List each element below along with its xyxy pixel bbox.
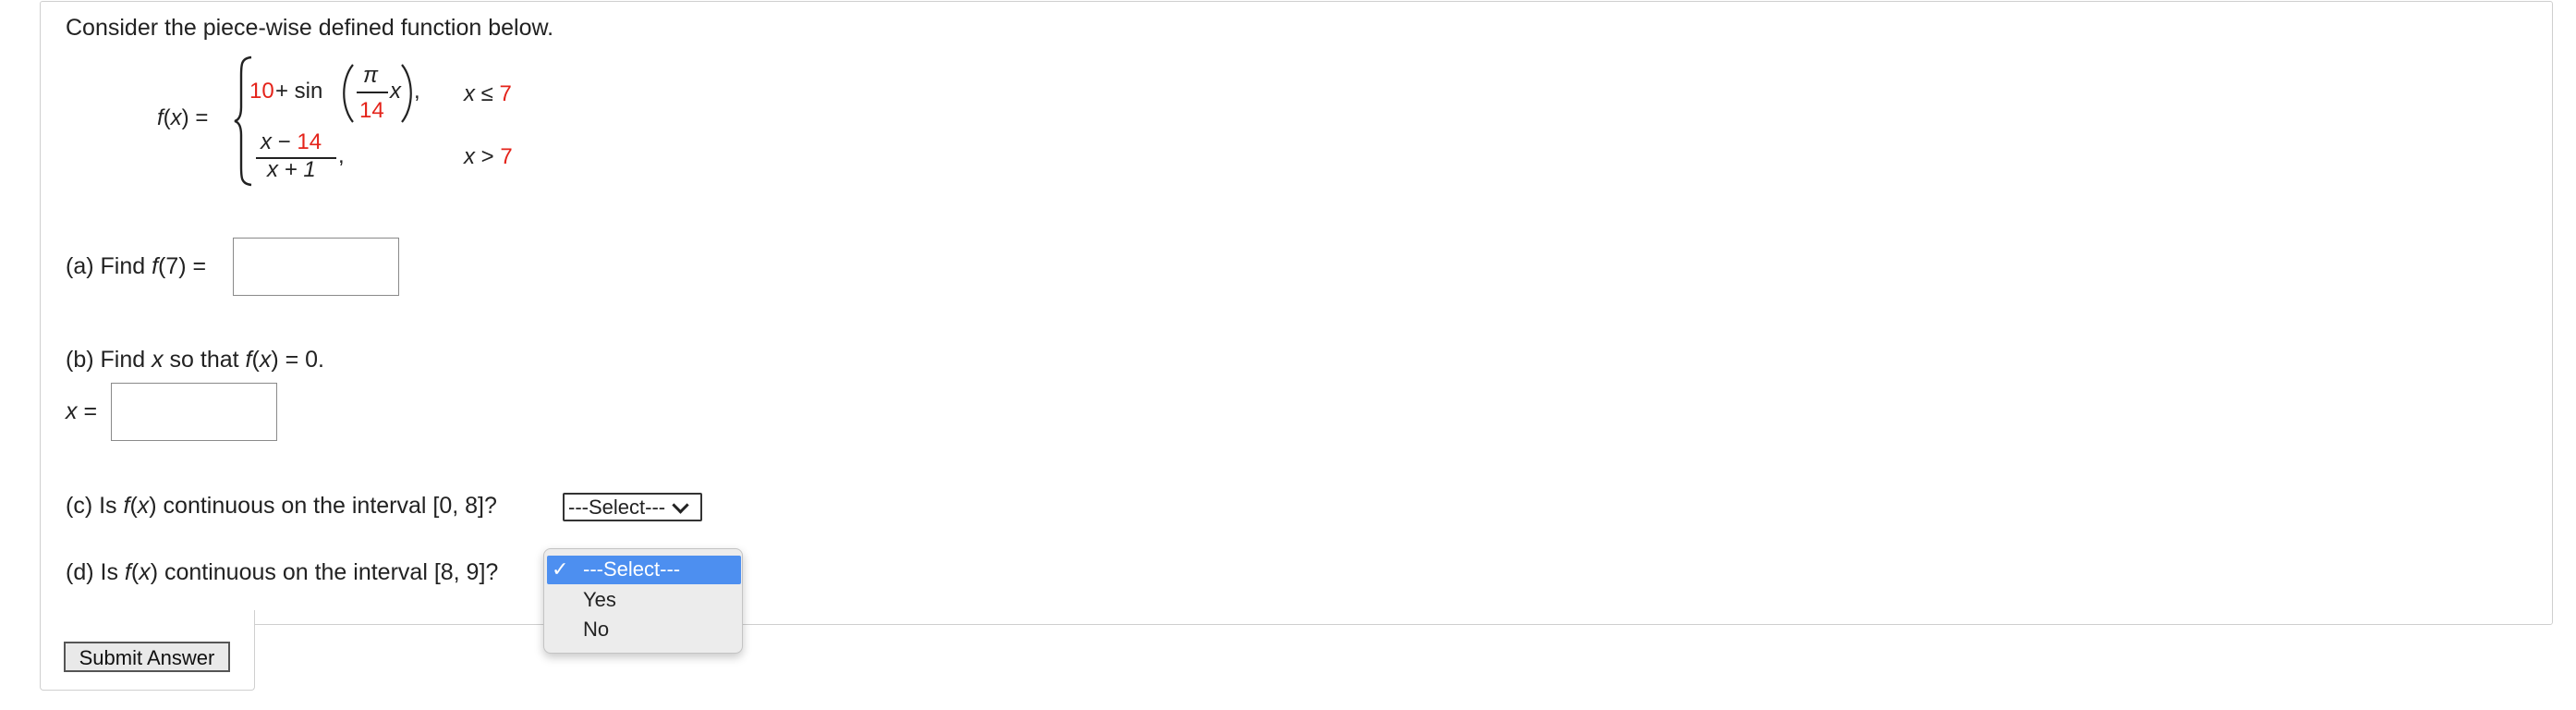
part-c-prompt: (c) Is f(x) continuous on the interval […	[66, 493, 497, 519]
case1-const: 10	[249, 79, 274, 104]
part-a-prompt: (a) Find f(7) =	[66, 253, 207, 279]
case1-denominator: 14	[359, 98, 384, 123]
part-b-prompt: (b) Find x so that f(x) = 0.	[66, 347, 324, 373]
case1-sin: + sin	[275, 79, 323, 104]
case2-comma: ,	[338, 143, 345, 168]
case1-comma: ,	[414, 79, 420, 104]
left-brace-icon	[234, 55, 252, 187]
dropdown-option-yes[interactable]: Yes	[583, 586, 616, 614]
part-a-answer-input[interactable]	[233, 238, 399, 296]
checkmark-icon: ✓	[552, 557, 569, 581]
part-c-select-value: ---Select---	[568, 496, 666, 519]
case1-condition: x ≤ 7	[464, 81, 512, 106]
intro-text: Consider the piece-wise defined function…	[66, 15, 554, 41]
part-b-answer-label: x =	[66, 398, 98, 424]
case1-fraction-bar	[357, 92, 388, 93]
dropdown-option-no[interactable]: No	[583, 616, 609, 643]
part-d-prompt: (d) Is f(x) continuous on the interval […	[66, 559, 499, 585]
dropdown-option-label: ---Select---	[583, 557, 681, 581]
open-paren-icon	[343, 64, 354, 123]
part-b-answer-input[interactable]	[111, 383, 277, 441]
case2-denominator: x + 1	[267, 157, 316, 182]
function-lhs: f(x) =	[157, 105, 209, 130]
case2-condition: x > 7	[464, 144, 513, 169]
case1-pi: π	[363, 63, 379, 88]
case2-numerator: x − 14	[261, 129, 322, 154]
submit-answer-button[interactable]: Submit Answer	[64, 642, 230, 672]
